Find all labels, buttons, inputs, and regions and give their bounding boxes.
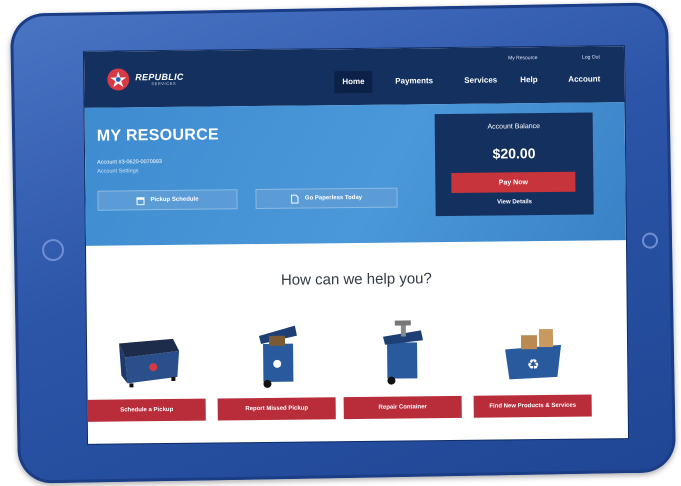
util-link-my-resource[interactable]: My Resource bbox=[508, 55, 538, 61]
help-heading: How can we help you? bbox=[280, 270, 432, 289]
pay-now-button[interactable]: Pay Now bbox=[451, 171, 576, 193]
nav-account[interactable]: Account bbox=[560, 68, 608, 91]
service-find-products: ♻ Find New Products & Services bbox=[473, 315, 592, 418]
page-title: MY RESOURCE bbox=[96, 126, 220, 145]
pickup-schedule-label: Pickup Schedule bbox=[150, 196, 199, 204]
overflowing-cart-icon[interactable] bbox=[217, 317, 336, 390]
recycling-bin-icon[interactable]: ♻ bbox=[473, 315, 592, 388]
republic-star-logo-icon bbox=[107, 68, 130, 91]
pickup-schedule-button[interactable]: Pickup Schedule bbox=[97, 189, 238, 211]
account-settings-link[interactable]: Account Settings bbox=[97, 168, 138, 174]
report-missed-pickup-button[interactable]: Report Missed Pickup bbox=[217, 397, 336, 421]
calendar-icon bbox=[136, 196, 145, 205]
go-paperless-label: Go Paperless Today bbox=[304, 194, 363, 202]
logo-sub: SERVICES bbox=[151, 80, 177, 86]
document-icon bbox=[291, 194, 299, 204]
tablet-home-button[interactable] bbox=[641, 232, 659, 249]
top-navbar: REPUBLIC SERVICES My Resource Log Out Ho… bbox=[83, 46, 625, 108]
dumpster-icon[interactable] bbox=[87, 319, 206, 392]
find-new-products-button[interactable]: Find New Products & Services bbox=[473, 394, 592, 418]
tablet-camera bbox=[41, 238, 65, 262]
balance-label: Account Balance bbox=[487, 123, 541, 131]
account-number: Account #3-0620-0070993 bbox=[97, 159, 162, 166]
nav-home[interactable]: Home bbox=[334, 70, 373, 94]
schedule-pickup-button[interactable]: Schedule a Pickup bbox=[87, 398, 206, 422]
util-link-log-out[interactable]: Log Out bbox=[582, 54, 600, 60]
cart-repair-icon[interactable] bbox=[343, 316, 462, 389]
republic-logo[interactable]: REPUBLIC SERVICES bbox=[106, 67, 184, 92]
hero-banner: MY RESOURCE Account #3-0620-0070993 Acco… bbox=[84, 102, 626, 246]
tablet-screen: REPUBLIC SERVICES My Resource Log Out Ho… bbox=[83, 46, 629, 444]
repair-container-button[interactable]: Repair Container bbox=[343, 395, 462, 420]
svg-text:♻: ♻ bbox=[527, 357, 540, 373]
service-report-missed: Report Missed Pickup bbox=[217, 317, 336, 421]
nav-services[interactable]: Services bbox=[456, 69, 505, 92]
service-schedule-pickup: Schedule a Pickup bbox=[87, 319, 206, 422]
nav-help[interactable]: Help bbox=[512, 69, 546, 91]
service-repair-container: Repair Container bbox=[343, 316, 462, 420]
go-paperless-button[interactable]: Go Paperless Today bbox=[255, 187, 398, 210]
balance-amount: $20.00 bbox=[492, 145, 536, 162]
view-details-link[interactable]: View Details bbox=[436, 199, 594, 207]
nav-payments[interactable]: Payments bbox=[387, 70, 441, 93]
account-balance-panel: Account Balance $20.00 Pay Now View Deta… bbox=[434, 112, 594, 217]
